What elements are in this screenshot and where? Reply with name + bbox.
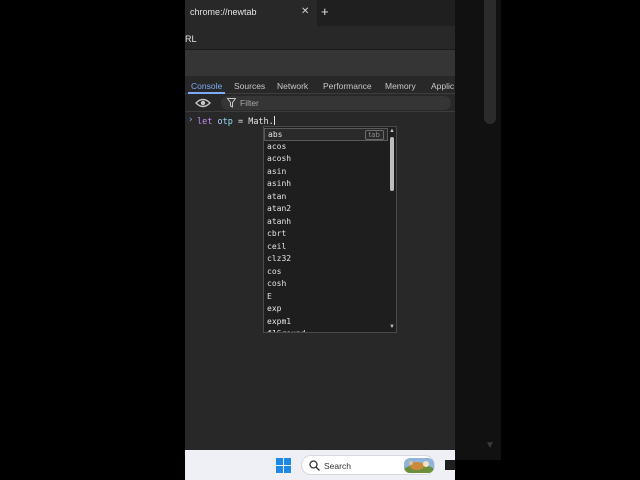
devtools-tab-bar: Console Sources Network Performance Memo… [185, 76, 455, 94]
autocomplete-scrollbar[interactable]: ▲ ▼ [388, 127, 396, 332]
scroll-down-icon[interactable]: ▼ [388, 323, 396, 331]
autocomplete-item[interactable]: E [264, 291, 388, 304]
page-content-area [185, 50, 455, 76]
code-variable: otp [217, 117, 233, 127]
autocomplete-item[interactable]: atan2 [264, 203, 388, 216]
autocomplete-item[interactable]: atanh [264, 216, 388, 229]
autocomplete-item-label: expm1 [267, 316, 292, 326]
side-scroll-down-icon[interactable]: ▼ [483, 440, 497, 451]
autocomplete-item-label: cbrt [267, 229, 287, 238]
scrollbar-thumb[interactable] [390, 137, 394, 191]
autocomplete-item[interactable]: cbrt [264, 228, 388, 241]
autocomplete-item-label: cosh [267, 279, 287, 288]
autocomplete-item[interactable]: asin [264, 166, 388, 179]
filter-placeholder: Filter [240, 98, 259, 108]
close-tab-icon[interactable]: ✕ [301, 6, 309, 18]
autocomplete-popup: abs tab acos acosh asin asinh atan atan2 atanh cb… [263, 126, 397, 333]
autocomplete-item-label: E [267, 291, 272, 301]
autocomplete-item[interactable]: acosh [264, 153, 388, 166]
search-highlight-image [404, 458, 434, 473]
tab-key-hint: tab [364, 130, 384, 140]
autocomplete-item-label: exp [267, 304, 282, 313]
side-scrollbar-thumb[interactable] [484, 0, 496, 124]
autocomplete-item[interactable]: asinh [264, 178, 388, 191]
autocomplete-item[interactable]: exp [264, 303, 388, 316]
new-tab-button[interactable]: + [321, 4, 329, 20]
scroll-up-icon[interactable]: ▲ [388, 127, 396, 135]
autocomplete-item[interactable]: expm1 [264, 316, 388, 329]
tab-performance[interactable]: Performance [323, 81, 372, 91]
autocomplete-item[interactable]: atan [264, 191, 388, 204]
address-bar-text[interactable]: RL [185, 34, 197, 44]
autocomplete-item-label: acosh [267, 154, 292, 163]
autocomplete-item-label: acos [267, 141, 287, 151]
autocomplete-item[interactable]: cosh [264, 278, 388, 291]
autocomplete-item[interactable]: ceil [264, 241, 388, 254]
autocomplete-item-label: atanh [267, 216, 292, 226]
search-icon [309, 460, 320, 471]
autocomplete-item-label: atan [267, 191, 287, 201]
search-label: Search [324, 461, 351, 471]
address-toolbar: RL [185, 26, 455, 50]
tab-console[interactable]: Console [191, 81, 222, 91]
console-toolbar: Filter [185, 94, 455, 112]
code-keyword: let [197, 117, 213, 127]
tab-sources[interactable]: Sources [234, 81, 265, 91]
autocomplete-item[interactable]: cos [264, 266, 388, 279]
autocomplete-item-label: asinh [267, 179, 292, 188]
autocomplete-item[interactable]: f16round [264, 328, 388, 332]
browser-tab-newtab[interactable]: chrome://newtab ✕ [185, 0, 317, 26]
autocomplete-item-label: abs [268, 130, 283, 139]
autocomplete-item[interactable]: acos [264, 141, 388, 154]
text-caret [273, 116, 275, 125]
autocomplete-item-label: f16round [267, 329, 306, 332]
autocomplete-item-label: cos [267, 266, 282, 276]
tab-network[interactable]: Network [277, 81, 308, 91]
tab-title: chrome://newtab [190, 7, 257, 17]
side-panel: ▼ [455, 0, 501, 460]
tab-strip: chrome://newtab ✕ + [185, 0, 455, 26]
filter-icon [227, 98, 236, 108]
autocomplete-item-label: atan2 [267, 204, 292, 213]
autocomplete-item[interactable]: abs tab [264, 128, 388, 141]
autocomplete-item-label: ceil [267, 241, 287, 251]
windows-taskbar: Search [185, 450, 455, 480]
autocomplete-item-label: asin [267, 166, 287, 176]
browser-window: chrome://newtab ✕ + RL Console Sources N… [185, 0, 455, 480]
tab-memory[interactable]: Memory [385, 81, 416, 91]
tab-application[interactable]: Applic [431, 81, 454, 91]
autocomplete-item[interactable]: clz32 [264, 253, 388, 266]
filter-input[interactable]: Filter [221, 96, 451, 110]
autocomplete-item-label: clz32 [267, 254, 292, 263]
taskbar-app-icon[interactable] [445, 460, 455, 470]
windows-start-icon[interactable] [276, 458, 291, 473]
console-prompt-icon: › [188, 115, 194, 125]
taskbar-search-box[interactable]: Search [301, 455, 435, 475]
devtools-panel: Console Sources Network Performance Memo… [185, 76, 455, 450]
eye-icon[interactable] [195, 97, 211, 109]
